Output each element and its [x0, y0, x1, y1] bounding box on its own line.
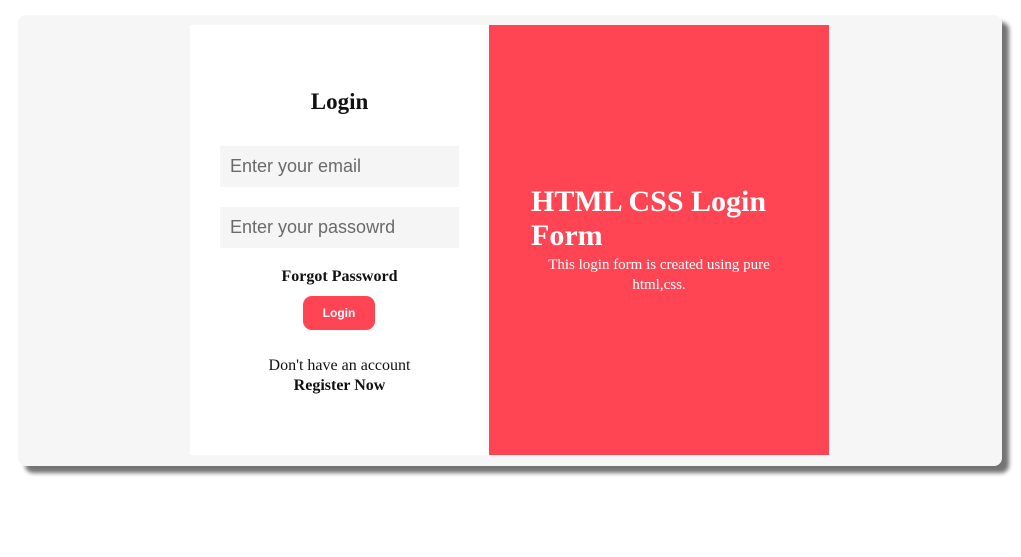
email-input[interactable]	[220, 146, 459, 187]
forgot-password-link[interactable]: Forgot Password	[190, 268, 489, 286]
password-input[interactable]	[220, 207, 459, 248]
no-account-text: Don't have an account	[268, 357, 411, 374]
login-button[interactable]: Login	[303, 296, 375, 330]
login-panel: Login Forgot Password Login Don't have a…	[190, 25, 489, 455]
hero-subtitle: This login form is created using pure ht…	[548, 257, 770, 293]
hero-title: HTML CSS Login Form	[531, 185, 767, 252]
page-container: Login Forgot Password Login Don't have a…	[18, 15, 1002, 466]
register-now-link[interactable]: Register Now	[190, 377, 489, 395]
hero-panel: HTML CSS Login Form This login form is c…	[489, 25, 829, 455]
login-title: Login	[310, 89, 369, 114]
login-card: Login Forgot Password Login Don't have a…	[190, 25, 829, 455]
